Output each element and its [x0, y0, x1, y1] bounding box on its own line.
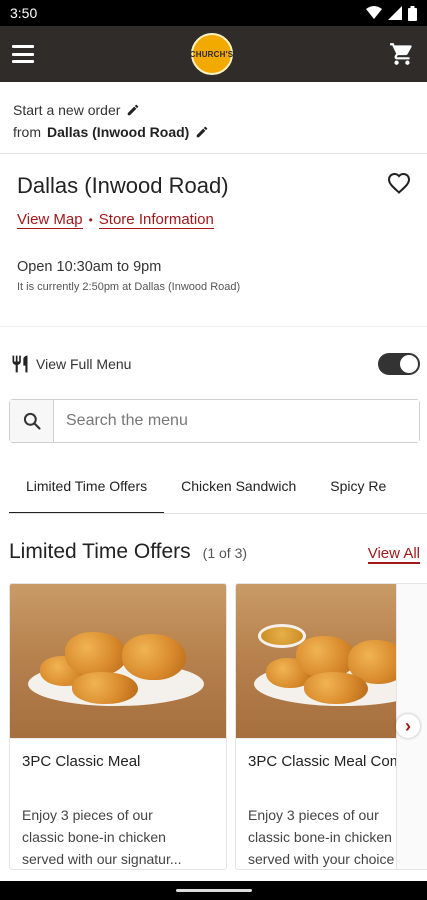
status-time: 3:50 — [10, 5, 38, 21]
from-label: from — [13, 124, 41, 140]
offer-description: Enjoy 3 pieces of our classic bone-in ch… — [22, 807, 182, 867]
carousel-next-icon[interactable]: › — [396, 714, 420, 738]
store-title: Dallas (Inwood Road) — [17, 173, 229, 198]
system-nav-bar — [0, 881, 427, 900]
category-tabs: Limited Time Offers Chicken Sandwich Spi… — [9, 468, 427, 514]
wifi-icon — [366, 6, 382, 19]
menu-icon[interactable] — [12, 45, 34, 63]
fork-knife-icon — [12, 355, 28, 373]
new-order-row[interactable]: Start a new order — [13, 99, 414, 121]
battery-icon — [408, 5, 417, 21]
section-title: Limited Time Offers — [9, 540, 191, 563]
status-bar: 3:50 — [0, 0, 427, 26]
order-summary: Start a new order from Dallas (Inwood Ro… — [0, 82, 427, 154]
current-time-note: It is currently 2:50pm at Dallas (Inwood… — [17, 281, 241, 293]
offer-card[interactable]: 3PC Classic Meal Enjoy 3 pieces of our c… — [9, 583, 227, 870]
section-header: Limited Time Offers (1 of 3) View All — [9, 540, 420, 568]
store-information-link[interactable]: Store Information — [98, 211, 214, 229]
view-all-link[interactable]: View All — [367, 545, 420, 564]
tab-limited-time-offers[interactable]: Limited Time Offers — [9, 468, 165, 513]
edit-order-icon[interactable] — [126, 103, 140, 117]
view-full-menu-toggle[interactable] — [378, 353, 420, 375]
store-links: View Map • Store Information — [17, 211, 410, 229]
favorite-heart-icon[interactable] — [387, 172, 411, 194]
order-location-row[interactable]: from Dallas (Inwood Road) — [13, 121, 414, 143]
view-map-link[interactable]: View Map — [17, 211, 83, 229]
signal-icon — [388, 6, 402, 20]
link-separator: • — [88, 213, 93, 227]
search-icon — [23, 412, 41, 430]
churchs-logo[interactable]: CHURCH'S — [189, 33, 234, 75]
store-info: Dallas (Inwood Road) View Map • Store In… — [0, 155, 427, 327]
store-hours: Open 10:30am to 9pm — [17, 259, 162, 275]
search-button[interactable] — [10, 400, 54, 442]
menu-search — [9, 399, 420, 443]
section-count: (1 of 3) — [202, 545, 248, 561]
new-order-label: Start a new order — [13, 102, 121, 118]
view-full-menu-row: View Full Menu — [10, 350, 420, 378]
view-full-menu-label: View Full Menu — [36, 356, 132, 372]
order-location: Dallas (Inwood Road) — [47, 124, 190, 140]
food-photo — [10, 584, 226, 738]
tab-chicken-sandwich[interactable]: Chicken Sandwich — [164, 468, 313, 513]
offer-carousel: 3PC Classic Meal Enjoy 3 pieces of our c… — [9, 583, 427, 871]
status-icons — [366, 5, 417, 21]
tab-spicy[interactable]: Spicy Re — [313, 468, 403, 513]
logo-text: CHURCH'S — [189, 49, 234, 59]
search-input[interactable] — [54, 400, 419, 442]
edit-location-icon[interactable] — [195, 125, 209, 139]
offer-name: 3PC Classic Meal — [10, 738, 226, 788]
app-bar: CHURCH'S — [0, 26, 427, 82]
toggle-knob — [399, 354, 419, 374]
home-handle[interactable] — [176, 889, 252, 892]
cart-icon[interactable] — [389, 41, 415, 67]
